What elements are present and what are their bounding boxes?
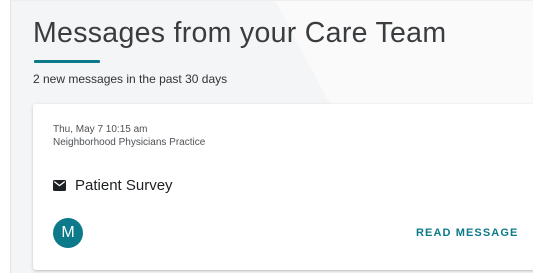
page: Messages from your Care Team 2 new messa… <box>0 0 533 273</box>
message-sender-practice: Neighborhood Physicians Practice <box>53 137 206 148</box>
avatar: M <box>53 218 83 248</box>
message-subject-row: Patient Survey <box>53 175 173 195</box>
envelope-icon <box>53 179 66 191</box>
new-messages-count: 2 new messages in the past 30 days <box>33 72 228 86</box>
page-title: Messages from your Care Team <box>33 17 447 49</box>
message-date: Thu, May 7 10:15 am <box>53 124 148 135</box>
message-card[interactable]: Thu, May 7 10:15 am Neighborhood Physici… <box>33 104 533 270</box>
read-message-button[interactable]: READ MESSAGE <box>408 218 526 248</box>
message-subject: Patient Survey <box>75 176 173 194</box>
title-underline <box>34 60 100 63</box>
care-team-messages-panel: Messages from your Care Team 2 new messa… <box>10 0 533 273</box>
